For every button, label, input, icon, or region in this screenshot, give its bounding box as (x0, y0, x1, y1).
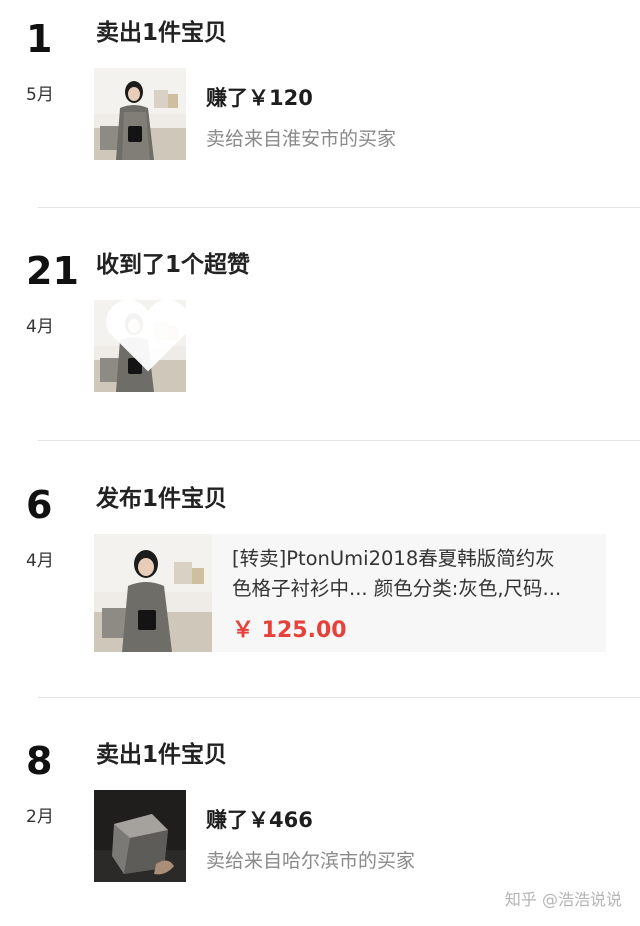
entry-month: 5月 (26, 85, 54, 105)
entry-day: 6 (26, 483, 53, 527)
cube-bag-photo-icon (94, 790, 186, 882)
girl-photo-icon (94, 68, 186, 160)
entry-title: 收到了1个超赞 (96, 252, 251, 278)
feed-entry-like[interactable]: 21 4月 收到了1个超赞 (0, 252, 640, 402)
entry-day: 1 (26, 17, 53, 61)
earned-amount: 赚了￥120 (206, 86, 313, 110)
divider (38, 440, 640, 441)
feed-entry-sold-1[interactable]: 1 5月 卖出1件宝贝 赚了￥120 卖给来自淮安市的买家 (0, 20, 640, 170)
activity-feed: 1 5月 卖出1件宝贝 赚了￥120 卖给来自淮安市的买家 21 4月 收到了1… (0, 0, 640, 926)
entry-month: 4月 (26, 551, 54, 571)
buyer-location: 卖给来自哈尔滨市的买家 (206, 850, 416, 872)
divider (38, 207, 640, 208)
entry-title: 发布1件宝贝 (96, 486, 228, 512)
product-thumbnail[interactable] (94, 300, 186, 392)
earned-amount: 赚了￥466 (206, 808, 313, 832)
product-card[interactable]: [转卖]PtonUmi2018春夏韩版简约灰 色格子衬衫中... 颜色分类:灰色… (94, 534, 606, 652)
divider (38, 697, 640, 698)
feed-entry-sold-2[interactable]: 8 2月 卖出1件宝贝 赚了￥466 卖给来自哈尔滨市的买家 (0, 742, 640, 892)
product-thumbnail (94, 534, 212, 652)
product-title-line-2: 色格子衬衫中... 颜色分类:灰色,尺码... (232, 577, 562, 601)
entry-title: 卖出1件宝贝 (96, 742, 228, 768)
entry-month: 2月 (26, 807, 54, 827)
entry-title: 卖出1件宝贝 (96, 20, 228, 46)
product-title-line-1: [转卖]PtonUmi2018春夏韩版简约灰 (232, 547, 555, 570)
entry-day: 21 (26, 249, 79, 293)
buyer-location: 卖给来自淮安市的买家 (206, 128, 397, 150)
product-description: [转卖]PtonUmi2018春夏韩版简约灰 色格子衬衫中... 颜色分类:灰色… (232, 544, 600, 604)
product-thumbnail[interactable] (94, 790, 186, 882)
product-thumbnail[interactable] (94, 68, 186, 160)
entry-day: 8 (26, 739, 53, 783)
watermark: 知乎 @浩浩说说 (504, 890, 622, 909)
heart-icon (106, 300, 186, 372)
entry-month: 4月 (26, 317, 54, 337)
product-price: ￥ 125.00 (232, 618, 347, 643)
girl-photo-icon (94, 534, 212, 652)
feed-entry-publish[interactable]: 6 4月 发布1件宝贝 [转卖]PtonUmi2018春夏韩版简约灰 色格子衬衫… (0, 486, 640, 666)
